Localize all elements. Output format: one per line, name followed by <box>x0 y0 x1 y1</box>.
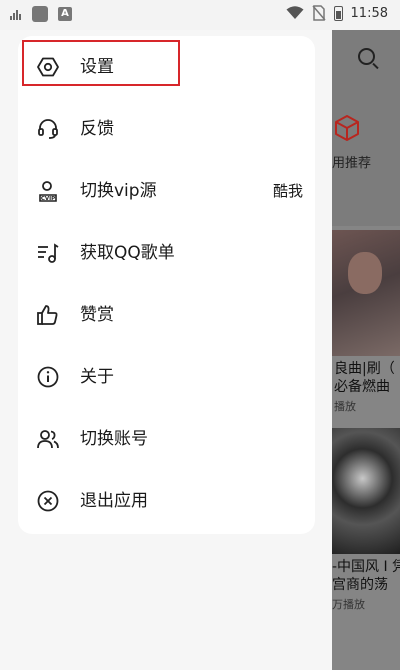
info-icon <box>36 365 60 389</box>
menu-item-label: 赞赏 <box>80 305 114 325</box>
playlist-cover-image[interactable] <box>332 428 400 554</box>
a-notification-icon: A <box>58 7 72 21</box>
playlist-title-line: -中国风 I 凭 <box>332 559 400 575</box>
menu-item-label: 切换账号 <box>80 429 148 449</box>
menu-item-reward[interactable]: 赞赏 <box>18 284 315 346</box>
highlight-box <box>22 40 180 86</box>
menu-item-label: 关于 <box>80 367 114 387</box>
svg-text:CVIP: CVIP <box>41 196 55 202</box>
battery-icon <box>333 5 343 21</box>
menu-item-feedback[interactable]: 反馈 <box>18 98 315 160</box>
menu-item-label: 退出应用 <box>80 491 148 511</box>
menu-item-label: 反馈 <box>80 119 114 139</box>
playlist-title-line: 良曲|刷（ <box>334 361 395 377</box>
menu-item-label: 切换vip源 <box>80 181 157 201</box>
menu-card: 设置 反馈 CVIP 切换vip源 酷我 获取QQ歌单 赞赏 关于 切换账号 退… <box>18 36 315 534</box>
playlist-play-count: 播放 <box>334 400 356 413</box>
status-bar-left: A <box>10 6 72 22</box>
menu-item-import-qq-playlist[interactable]: 获取QQ歌单 <box>18 222 315 284</box>
background-header: 用推荐 <box>332 30 400 226</box>
vip-source-value: 酷我 <box>272 182 303 200</box>
background-app[interactable]: 用推荐 良曲|刷（ 必备燃曲 播放 -中国风 I 凭 宫商的荡 万播放 <box>332 30 400 670</box>
recommend-label: 用推荐 <box>332 156 372 171</box>
playlist-cover-image[interactable] <box>332 230 400 356</box>
menu-item-about[interactable]: 关于 <box>18 346 315 408</box>
users-icon <box>36 427 60 451</box>
headset-icon <box>36 117 60 141</box>
menu-item-settings[interactable]: 设置 <box>18 36 315 98</box>
app-notification-icon <box>32 6 48 22</box>
menu-item-switch-account[interactable]: 切换账号 <box>18 408 315 470</box>
menu-item-exit[interactable]: 退出应用 <box>18 470 315 532</box>
vip-user-icon: CVIP <box>36 179 60 203</box>
status-time: 11:58 <box>350 5 388 21</box>
playlist-music-icon <box>36 241 60 265</box>
thumbs-up-icon <box>36 303 60 327</box>
playlist-play-count: 万播放 <box>332 598 365 611</box>
search-icon[interactable] <box>358 48 375 65</box>
no-sim-icon <box>311 5 326 21</box>
wifi-icon <box>286 6 304 19</box>
signal-bars-icon <box>10 8 22 20</box>
cube-icon <box>335 115 359 141</box>
status-bar-right: 11:58 <box>286 5 388 21</box>
menu-item-label: 获取QQ歌单 <box>80 243 175 263</box>
menu-item-switch-vip[interactable]: CVIP 切换vip源 酷我 <box>18 160 315 222</box>
playlist-title-line: 宫商的荡 <box>332 577 388 593</box>
navigation-drawer: 设置 反馈 CVIP 切换vip源 酷我 获取QQ歌单 赞赏 关于 切换账号 退… <box>0 30 332 670</box>
close-circle-icon <box>36 489 60 513</box>
playlist-title-line: 必备燃曲 <box>334 379 390 395</box>
status-bar: A 11:58 <box>0 0 400 30</box>
